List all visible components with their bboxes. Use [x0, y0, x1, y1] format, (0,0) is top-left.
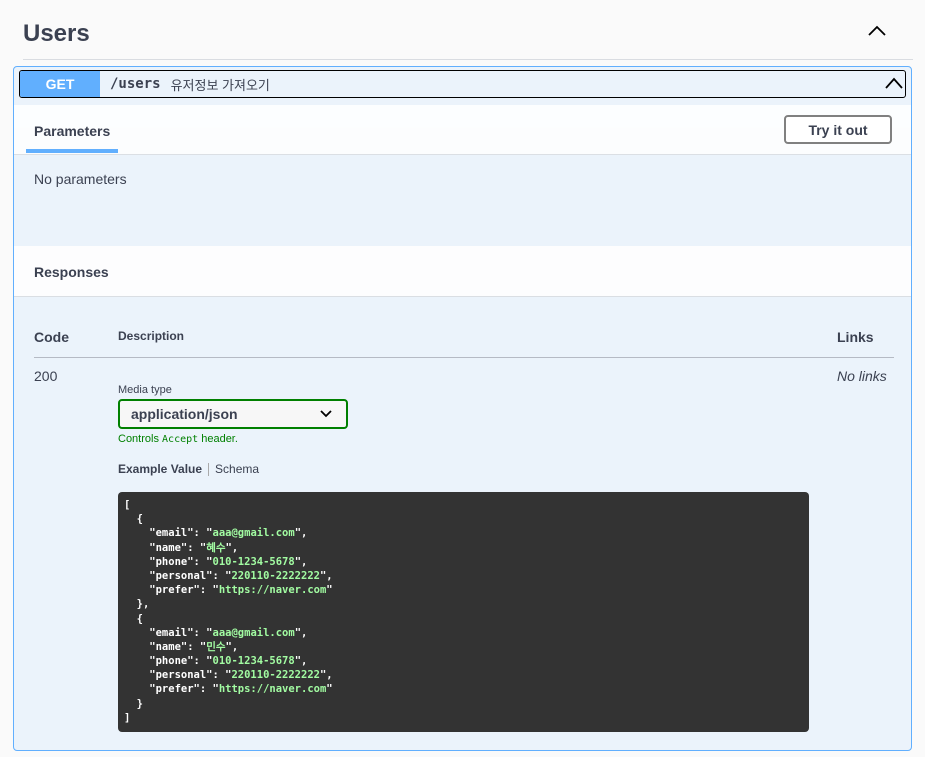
code-line: "prefer": "https://naver.com": [124, 683, 333, 696]
operation-path: /users: [110, 76, 161, 92]
code-line: [: [124, 499, 131, 511]
operation-collapse-button[interactable]: [885, 76, 903, 94]
example-tabs: Example Value Schema: [118, 462, 259, 476]
example-value: https://naver.com: [218, 584, 327, 597]
media-type-label: Media type: [118, 384, 172, 396]
example-code-block[interactable]: [ { "email": "aaa@gmail.com", "name": "혜…: [118, 492, 809, 732]
example-value: 220110-2222222: [231, 669, 320, 682]
no-parameters-text: No parameters: [34, 171, 127, 187]
code-line: "name": "민수",: [124, 640, 239, 653]
code-line: },: [124, 598, 150, 611]
column-header-description: Description: [118, 329, 185, 343]
section-header[interactable]: Users: [23, 0, 913, 60]
chevron-down-icon: [320, 410, 332, 418]
code-line: {: [124, 513, 143, 526]
example-value: 혜수: [206, 541, 226, 554]
tab-example-value[interactable]: Example Value: [118, 462, 202, 476]
operation-description: 유저정보 가져오기: [170, 77, 270, 93]
example-value: 010-1234-5678: [212, 555, 295, 568]
divider: [34, 357, 894, 358]
column-header-code: Code: [34, 329, 69, 345]
example-value: aaa@gmail.com: [212, 527, 295, 540]
controls-prefix: Controls: [118, 433, 159, 445]
code-line: "personal": "220110-2222222",: [124, 669, 333, 682]
code-line: "name": "혜수",: [124, 541, 239, 554]
operation-block-get-users: GET /users 유저정보 가져오기 Parameters Try it o…: [13, 66, 912, 751]
code-line: "phone": "010-1234-5678",: [124, 655, 308, 668]
operation-summary[interactable]: GET /users 유저정보 가져오기: [19, 70, 906, 98]
code-line: ]: [124, 711, 131, 724]
example-value: 010-1234-5678: [212, 655, 295, 668]
media-type-select[interactable]: application/json: [118, 399, 348, 429]
example-value: https://naver.com: [218, 683, 327, 696]
code-line: }: [124, 697, 143, 710]
try-it-out-button[interactable]: Try it out: [784, 115, 892, 144]
code-line: "phone": "010-1234-5678",: [124, 555, 308, 568]
code-line: {: [124, 612, 143, 625]
controls-suffix: header.: [201, 433, 238, 445]
column-header-links: Links: [837, 329, 874, 345]
chevron-up-icon: [868, 25, 886, 36]
code-line: "email": "aaa@gmail.com",: [124, 626, 308, 639]
example-value: 민수: [206, 640, 226, 653]
method-badge: GET: [20, 71, 100, 97]
responses-title: Responses: [34, 264, 109, 280]
responses-header: [14, 246, 911, 297]
code-line: "personal": "220110-2222222",: [124, 569, 333, 582]
section-title: Users: [23, 19, 90, 47]
response-code: 200: [34, 368, 58, 384]
tab-schema[interactable]: Schema: [215, 462, 259, 476]
code-line: "email": "aaa@gmail.com",: [124, 527, 308, 540]
no-links-text: No links: [837, 368, 887, 384]
example-value: aaa@gmail.com: [212, 626, 295, 639]
media-type-value: application/json: [131, 406, 238, 422]
parameters-header: [14, 105, 911, 155]
example-value: 220110-2222222: [231, 569, 320, 582]
controls-accept-note: Controls Accept header.: [118, 433, 238, 445]
code-line: "prefer": "https://naver.com": [124, 584, 333, 597]
section-collapse-button[interactable]: [857, 11, 897, 51]
accept-keyword: Accept: [162, 434, 199, 445]
tab-parameters[interactable]: Parameters: [26, 115, 118, 153]
chevron-up-icon: [885, 77, 903, 89]
tab-separator: [208, 462, 210, 476]
